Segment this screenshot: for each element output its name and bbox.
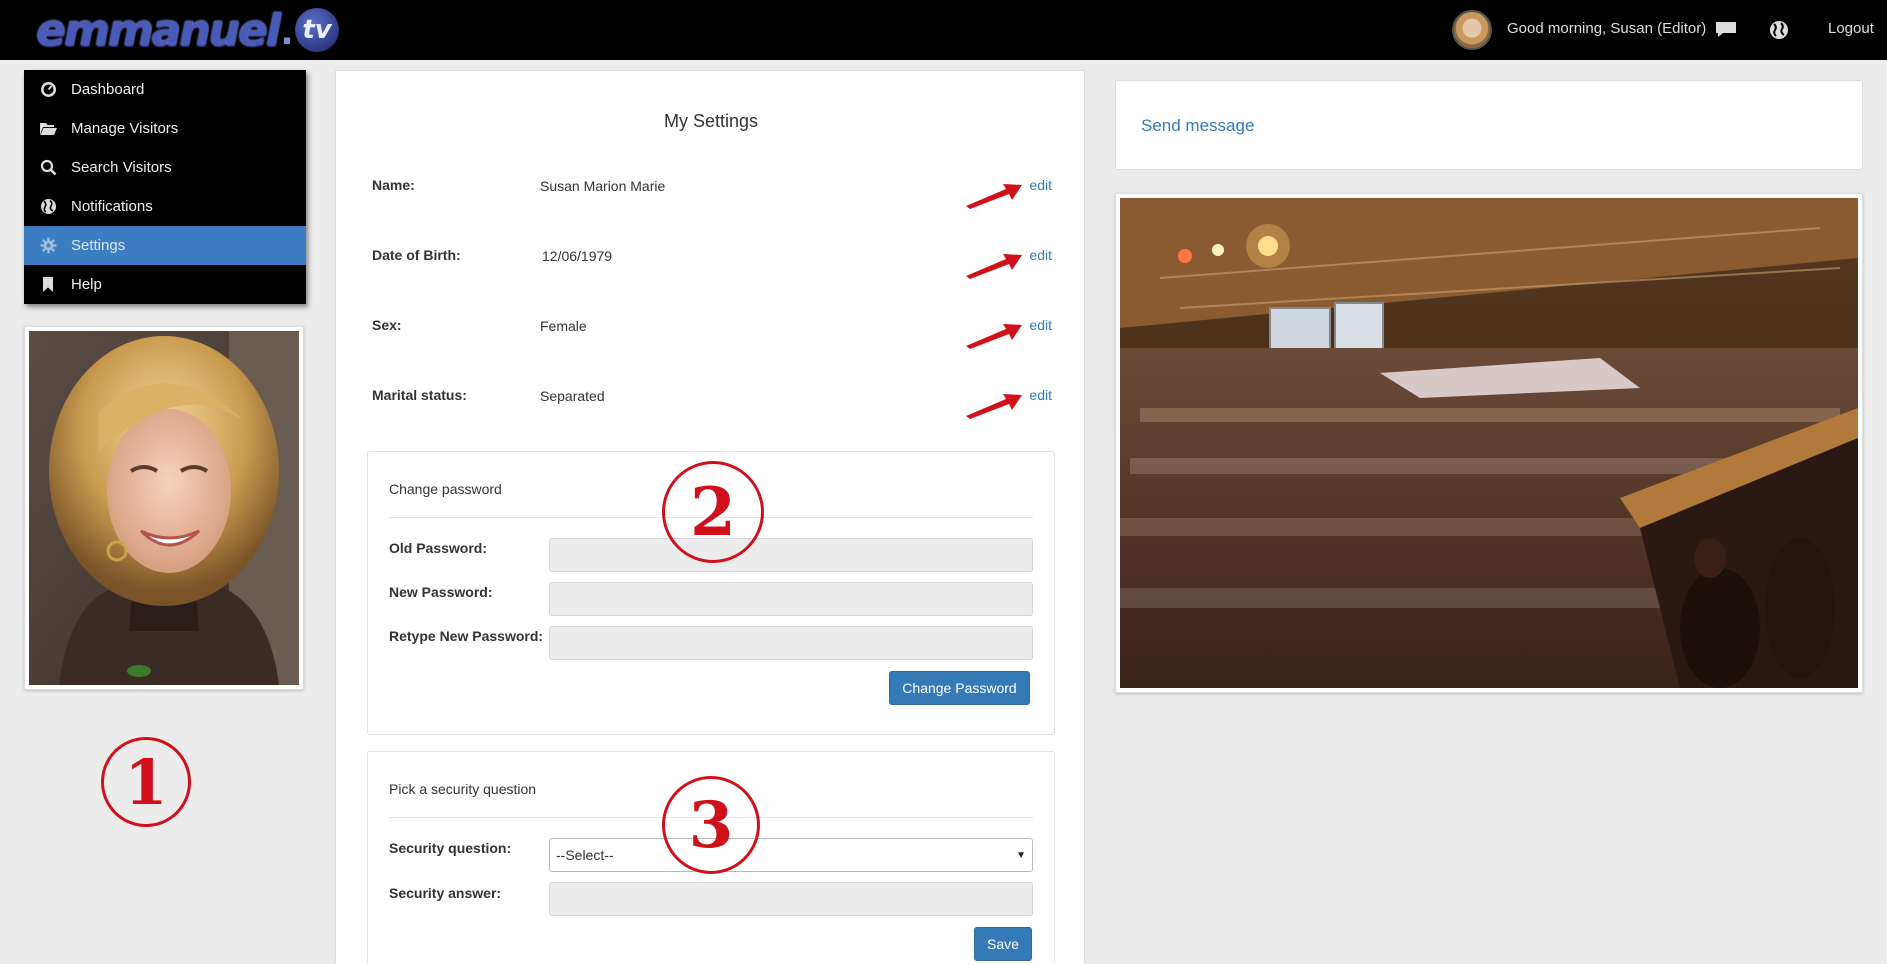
new-password-label: New Password: <box>389 584 493 600</box>
marital-status-row: Marital status: Separated edit <box>372 387 1052 419</box>
sidebar-item-settings[interactable]: Settings <box>24 226 306 265</box>
retype-password-input[interactable] <box>549 626 1033 660</box>
profile-photo-image <box>29 331 299 685</box>
change-password-title: Change password <box>389 481 502 497</box>
red-arrow-icon <box>966 394 1022 419</box>
sidebar-item-label: Manage Visitors <box>71 120 179 137</box>
retype-password-label: Retype New Password: <box>389 628 544 644</box>
old-password-input[interactable] <box>549 538 1033 572</box>
sex-row: Sex: Female edit <box>372 317 1052 349</box>
logo-tv-globe: tv <box>295 8 340 52</box>
send-message-link[interactable]: Send message <box>1141 116 1254 136</box>
sidebar-item-notifications[interactable]: Notifications <box>24 187 306 226</box>
sidebar-item-search-visitors[interactable]: Search Visitors <box>24 148 306 187</box>
bookmark-icon <box>43 277 53 292</box>
dob-row: Date of Birth: 12/06/1979 edit <box>372 247 1052 279</box>
sidebar-menu: Dashboard Manage Visitors Search Visitor… <box>24 70 306 304</box>
security-question-select[interactable]: --Select-- ▼ <box>549 838 1033 872</box>
sidebar-item-label: Notifications <box>71 198 153 215</box>
gear-icon <box>40 237 57 254</box>
globe-icon[interactable] <box>1769 20 1789 40</box>
dropdown-arrow-icon: ▼ <box>1016 849 1026 861</box>
sidebar-item-manage-visitors[interactable]: Manage Visitors <box>24 109 306 148</box>
church-crowd-photo <box>1115 193 1863 693</box>
red-arrow-icon <box>966 254 1022 279</box>
marital-status-value: Separated <box>540 388 605 404</box>
marital-status-label: Marital status: <box>372 387 467 403</box>
send-message-panel: Send message <box>1115 80 1863 170</box>
old-password-label: Old Password: <box>389 540 488 556</box>
greeting-text: Good morning, Susan (Editor) <box>1507 20 1707 37</box>
top-navbar: emmanuel . tv Good morning, Susan (Edito… <box>0 0 1887 60</box>
dob-value: 12/06/1979 <box>542 248 613 264</box>
dashboard-icon <box>41 82 56 97</box>
church-crowd-image <box>1120 198 1858 688</box>
sidebar-item-label: Search Visitors <box>71 159 172 176</box>
selected-option: --Select-- <box>556 847 614 863</box>
callout-badge-1: 1 <box>101 737 191 827</box>
callout-badge-3: 3 <box>662 776 760 874</box>
sex-label: Sex: <box>372 317 402 333</box>
security-question-label: Security question: <box>389 840 512 856</box>
emmanuel-tv-logo[interactable]: emmanuel . tv <box>36 4 340 56</box>
security-answer-input[interactable] <box>549 882 1033 916</box>
dob-label: Date of Birth: <box>372 247 461 263</box>
edit-marital-status-link[interactable]: edit <box>1029 387 1052 403</box>
edit-sex-link[interactable]: edit <box>1029 317 1052 333</box>
logout-link[interactable]: Logout <box>1828 20 1874 37</box>
change-password-button[interactable]: Change Password <box>889 671 1030 705</box>
name-label: Name: <box>372 177 415 193</box>
sidebar-item-label: Settings <box>71 237 126 254</box>
security-question-title: Pick a security question <box>389 781 537 797</box>
save-button[interactable]: Save <box>974 927 1032 961</box>
red-arrow-icon <box>966 324 1022 349</box>
security-answer-label: Security answer: <box>389 885 502 901</box>
search-icon <box>40 159 57 176</box>
logo-dot: . <box>280 5 294 54</box>
folder-open-icon <box>40 123 57 135</box>
edit-name-link[interactable]: edit <box>1029 177 1052 193</box>
user-avatar[interactable] <box>1452 10 1492 50</box>
globe-icon <box>41 199 56 214</box>
name-row: Name: Susan Marion Marie edit <box>372 177 1052 209</box>
new-password-input[interactable] <box>549 582 1033 616</box>
sidebar-item-help[interactable]: Help <box>24 265 306 304</box>
sidebar-item-label: Dashboard <box>71 81 145 98</box>
chat-icon[interactable] <box>1715 21 1737 38</box>
logo-wordmark: emmanuel <box>36 4 281 56</box>
sidebar-item-label: Help <box>71 276 102 293</box>
sidebar-item-dashboard[interactable]: Dashboard <box>24 70 306 109</box>
callout-badge-2: 2 <box>662 461 764 563</box>
red-arrow-icon <box>966 184 1022 209</box>
sex-value: Female <box>540 318 587 334</box>
page-title: My Settings <box>663 111 759 131</box>
name-value: Susan Marion Marie <box>540 178 666 194</box>
profile-photo <box>24 326 304 690</box>
edit-dob-link[interactable]: edit <box>1029 247 1052 263</box>
